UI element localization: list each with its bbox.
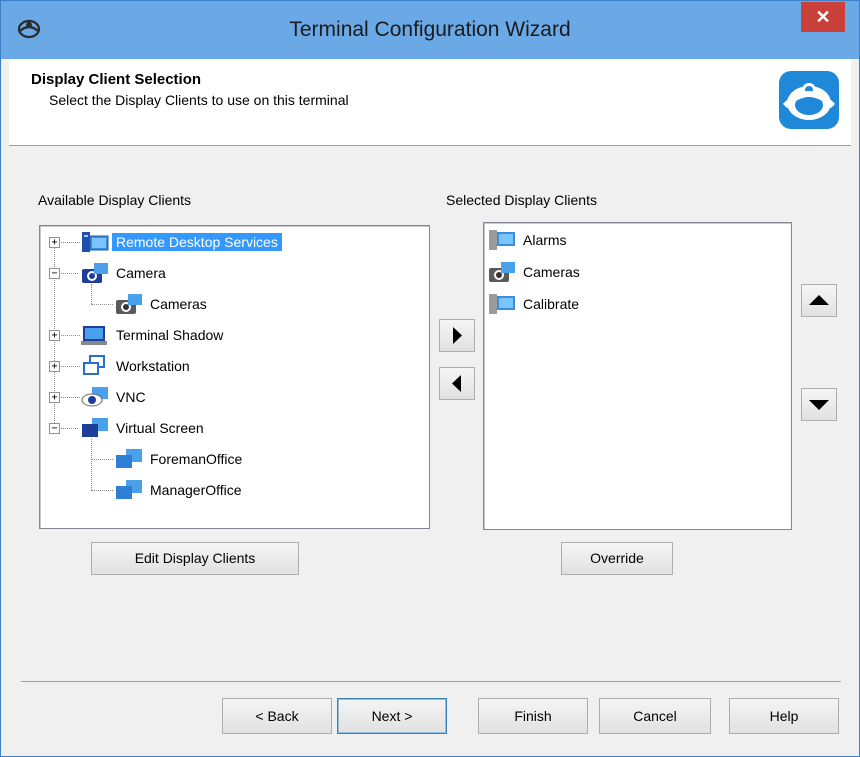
vnc-icon bbox=[81, 387, 108, 407]
tree-connector bbox=[91, 459, 113, 460]
list-item-alarms[interactable]: Alarms bbox=[487, 227, 571, 253]
camera-icon bbox=[82, 263, 108, 283]
footer-divider bbox=[21, 681, 841, 682]
tree-item-label: Camera bbox=[116, 265, 166, 281]
tree-item-manageroffice[interactable]: ManagerOffice bbox=[114, 477, 246, 503]
tree-connector bbox=[58, 428, 78, 429]
tree-connector bbox=[91, 439, 92, 490]
expand-toggle[interactable]: + bbox=[49, 237, 60, 248]
wizard-header: Display Client Selection Select the Disp… bbox=[9, 59, 851, 146]
list-item-calibrate[interactable]: Calibrate bbox=[487, 291, 583, 317]
next-button[interactable]: Next > bbox=[337, 698, 447, 734]
window-title: Terminal Configuration Wizard bbox=[289, 18, 571, 41]
remove-client-button[interactable] bbox=[439, 367, 475, 400]
wizard-body: Available Display Clients + − + + + − Re… bbox=[9, 146, 851, 676]
move-down-button[interactable] bbox=[801, 388, 837, 421]
edit-display-clients-button[interactable]: Edit Display Clients bbox=[91, 542, 299, 575]
tree-item-terminal-shadow[interactable]: Terminal Shadow bbox=[80, 322, 227, 348]
available-clients-label: Available Display Clients bbox=[38, 192, 192, 208]
tree-item-remote-desktop-services[interactable]: Remote Desktop Services bbox=[80, 229, 282, 255]
tree-item-camera[interactable]: Camera bbox=[80, 260, 170, 286]
tree-connector bbox=[58, 335, 80, 336]
terminal-shadow-icon bbox=[81, 326, 107, 345]
tree-item-label: VNC bbox=[116, 389, 146, 405]
tree-item-label: Remote Desktop Services bbox=[112, 233, 282, 251]
arrow-up-icon bbox=[809, 295, 829, 305]
list-item-cameras[interactable]: Cameras bbox=[487, 259, 584, 285]
camera-icon bbox=[116, 294, 142, 314]
expand-toggle[interactable]: + bbox=[49, 330, 60, 341]
arrow-down-icon bbox=[809, 400, 829, 410]
back-button[interactable]: < Back bbox=[222, 698, 332, 734]
remote-desktop-icon bbox=[489, 230, 515, 250]
tree-item-workstation[interactable]: Workstation bbox=[80, 353, 194, 379]
page-title: Display Client Selection bbox=[31, 71, 202, 88]
list-item-label: Cameras bbox=[523, 264, 580, 280]
selected-clients-label: Selected Display Clients bbox=[446, 192, 597, 208]
tree-item-label: ManagerOffice bbox=[150, 482, 242, 498]
help-button[interactable]: Help bbox=[729, 698, 839, 734]
tree-item-label: Cameras bbox=[150, 296, 207, 312]
move-up-button[interactable] bbox=[801, 284, 837, 317]
tree-connector bbox=[58, 366, 80, 367]
tree-item-label: Terminal Shadow bbox=[116, 327, 224, 343]
arrow-right-icon bbox=[453, 327, 462, 344]
tree-connector bbox=[58, 242, 80, 243]
list-item-label: Calibrate bbox=[523, 296, 580, 312]
finish-button[interactable]: Finish bbox=[478, 698, 588, 734]
tree-connector bbox=[58, 273, 78, 274]
collapse-toggle[interactable]: − bbox=[49, 423, 60, 434]
expand-toggle[interactable]: + bbox=[49, 392, 60, 403]
virtual-screen-icon bbox=[116, 449, 142, 468]
wizard-window: Terminal Configuration Wizard ✕ Display … bbox=[0, 0, 860, 757]
tree-connector bbox=[91, 284, 92, 304]
camera-icon bbox=[489, 262, 515, 282]
tree-item-virtual-screen[interactable]: Virtual Screen bbox=[80, 415, 208, 441]
expand-toggle[interactable]: + bbox=[49, 361, 60, 372]
tree-connector bbox=[58, 397, 80, 398]
remote-desktop-icon bbox=[82, 232, 109, 252]
virtual-screen-icon bbox=[82, 418, 108, 437]
cancel-button[interactable]: Cancel bbox=[599, 698, 711, 734]
tree-item-label: Workstation bbox=[116, 358, 190, 374]
available-clients-tree[interactable]: + − + + + − Remote Desktop Services Came… bbox=[39, 225, 430, 529]
override-button[interactable]: Override bbox=[561, 542, 673, 575]
tree-item-label: ForemanOffice bbox=[150, 451, 243, 467]
tree-item-vnc[interactable]: VNC bbox=[80, 384, 150, 410]
tree-item-foremanoffice[interactable]: ForemanOffice bbox=[114, 446, 246, 472]
virtual-screen-icon bbox=[116, 480, 142, 499]
remote-desktop-icon bbox=[489, 294, 515, 314]
tree-item-label: Virtual Screen bbox=[116, 420, 204, 436]
tree-connector bbox=[91, 490, 113, 491]
add-client-button[interactable] bbox=[439, 319, 475, 352]
workstation-icon bbox=[83, 355, 105, 375]
collapse-toggle[interactable]: − bbox=[49, 268, 60, 279]
tree-item-cameras[interactable]: Cameras bbox=[114, 291, 211, 317]
tree-connector bbox=[91, 304, 113, 305]
title-bar[interactable]: Terminal Configuration Wizard ✕ bbox=[1, 1, 859, 59]
page-subtitle: Select the Display Clients to use on thi… bbox=[49, 92, 349, 108]
list-item-label: Alarms bbox=[523, 232, 567, 248]
arrow-left-icon bbox=[452, 375, 461, 392]
selected-clients-list[interactable]: Alarms Cameras Calibrate bbox=[483, 222, 792, 530]
close-button[interactable]: ✕ bbox=[801, 2, 845, 32]
thinmanager-logo-icon bbox=[779, 71, 839, 129]
